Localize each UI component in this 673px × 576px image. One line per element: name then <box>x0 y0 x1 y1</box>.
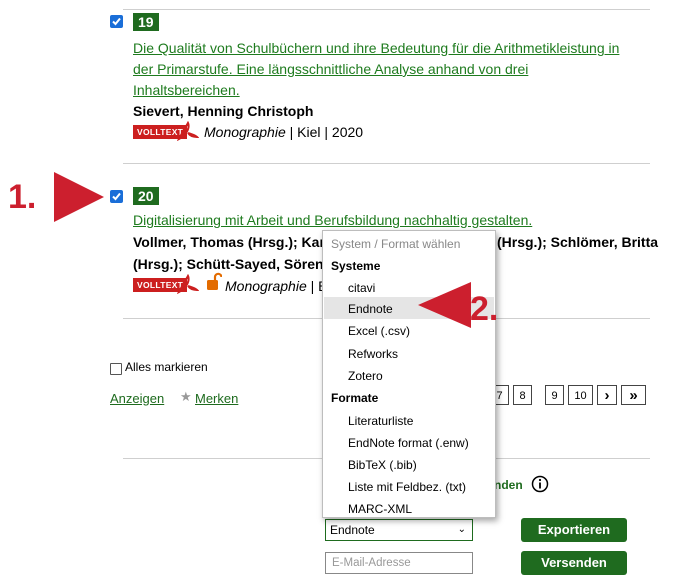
record-19-meta: Monographie | Kiel | 2020 <box>204 124 363 140</box>
record-20-meta: Monographie | B <box>225 278 328 294</box>
next-page-button[interactable]: › <box>597 385 617 405</box>
divider <box>123 9 650 10</box>
export-button[interactable]: Exportieren <box>521 518 627 542</box>
record-19-authors: Sievert, Henning Christoph <box>133 103 314 119</box>
record-19-title-line-2[interactable]: der Primarstufe. Eine längsschnittliche … <box>133 59 528 80</box>
record-20-title[interactable]: Digitalisierung mit Arbeit und Berufsbil… <box>133 210 532 231</box>
pdf-icon[interactable] <box>177 121 199 141</box>
record-number: 19 <box>133 13 159 31</box>
record-19-title-line-3[interactable]: Inhaltsbereichen. <box>133 80 240 101</box>
pdf-icon[interactable] <box>177 274 199 294</box>
group-systems: Systeme <box>331 259 381 273</box>
option-zotero[interactable]: Zotero <box>348 369 383 383</box>
annotation-arrow-1 <box>54 172 104 222</box>
page-8[interactable]: 8 <box>513 385 532 405</box>
open-access-icon <box>207 272 222 290</box>
send-button[interactable]: Versenden <box>521 551 627 575</box>
select-all-checkbox[interactable] <box>110 363 122 375</box>
page-9[interactable]: 9 <box>545 385 564 405</box>
record-19-title-line-1[interactable]: Die Qualität von Schulbüchern und ihre B… <box>133 38 619 59</box>
record-type: Monographie <box>204 124 286 140</box>
option-bibtex[interactable]: BibTeX (.bib) <box>348 458 417 472</box>
record-meta-rest: | Kiel | 2020 <box>289 124 364 140</box>
option-endnote-enw[interactable]: EndNote format (.enw) <box>348 436 469 450</box>
option-marc-xml[interactable]: MARC-XML <box>348 502 412 516</box>
save-link[interactable]: Merken <box>195 391 238 406</box>
record-number: 20 <box>133 187 159 205</box>
record-20-authors-right: (Hrsg.); Schlömer, Britta <box>497 234 659 250</box>
star-icon[interactable]: ★ <box>180 389 192 405</box>
page-10[interactable]: 10 <box>568 385 593 405</box>
option-literaturliste[interactable]: Literaturliste <box>348 414 413 428</box>
annotation-arrow-2 <box>418 282 471 328</box>
chevron-down-icon: ⌄ <box>457 524 466 535</box>
format-dropdown[interactable]: System / Format wählen Systeme citavi En… <box>322 230 496 518</box>
divider <box>123 163 650 164</box>
email-input[interactable]: E-Mail-Adresse <box>325 552 473 574</box>
export-format-select[interactable]: Endnote ⌄ <box>325 519 473 541</box>
select-all-label[interactable]: Alles markieren <box>125 360 208 374</box>
group-formats: Formate <box>331 391 379 405</box>
info-icon[interactable] <box>531 475 549 493</box>
option-txt[interactable]: Liste mit Feldbez. (txt) <box>348 480 466 494</box>
annotation-step-1: 1. <box>8 178 37 216</box>
export-format-value: Endnote <box>330 523 375 537</box>
send-label: nden <box>494 478 523 492</box>
record-20-checkbox[interactable] <box>110 190 123 203</box>
last-page-button[interactable]: » <box>621 385 646 405</box>
record-type: Monographie <box>225 278 307 294</box>
record-20-authors-line-1: Vollmer, Thomas (Hrsg.); Karges <box>133 234 350 250</box>
show-link[interactable]: Anzeigen <box>110 391 164 406</box>
record-19-checkbox[interactable] <box>110 15 123 28</box>
option-endnote[interactable]: Endnote <box>348 302 393 316</box>
annotation-step-2: 2. <box>470 290 499 328</box>
option-refworks[interactable]: Refworks <box>348 347 398 361</box>
dropdown-header: System / Format wählen <box>331 237 461 251</box>
option-citavi[interactable]: citavi <box>348 281 375 295</box>
option-excel[interactable]: Excel (.csv) <box>348 324 410 338</box>
